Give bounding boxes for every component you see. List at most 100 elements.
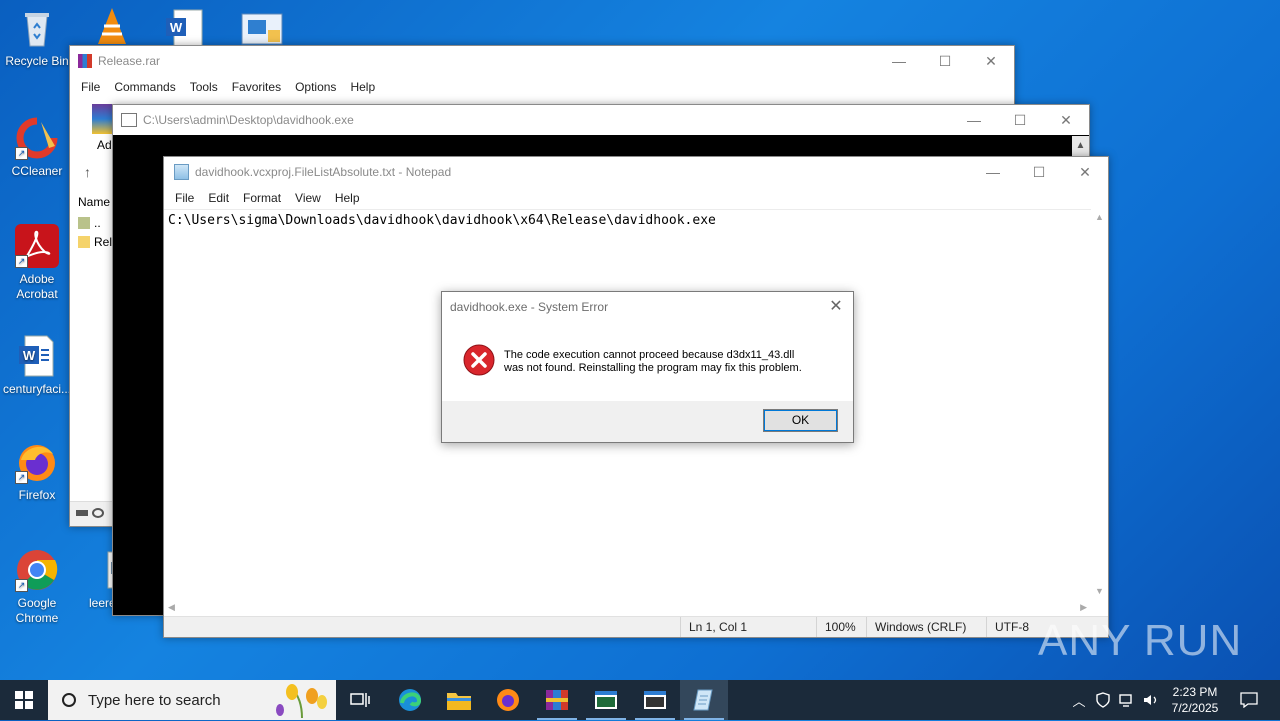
tray-defender-icon[interactable] <box>1092 680 1114 720</box>
winrar-menubar: File Commands Tools Favorites Options He… <box>70 76 1014 98</box>
taskbar-console-2[interactable] <box>631 680 679 720</box>
tray-network-icon[interactable] <box>1116 680 1138 720</box>
edge-icon <box>399 689 422 711</box>
menu-file[interactable]: File <box>168 191 201 205</box>
notepad-icon <box>693 689 713 711</box>
console-icon <box>121 113 137 127</box>
dialog-message-line: The code execution cannot proceed becaus… <box>504 349 795 361</box>
taskbar-search[interactable]: Type here to search <box>48 680 336 720</box>
windows-logo-icon <box>15 691 33 709</box>
watermark-text: ANY RUN <box>1038 616 1243 665</box>
tray-volume-icon[interactable] <box>1140 680 1162 720</box>
recycle-bin-icon <box>15 6 59 50</box>
notepad-content[interactable]: C:\Users\sigma\Downloads\davidhook\david… <box>164 210 1091 231</box>
menu-tools[interactable]: Tools <box>183 80 225 94</box>
winrar-titlebar[interactable]: Release.rar — ☐ ✕ <box>70 46 1014 76</box>
winrar-toolbar: Ad <box>70 100 114 160</box>
menu-format[interactable]: Format <box>236 191 288 205</box>
vlc-icon[interactable] <box>92 4 132 48</box>
maximize-button[interactable]: ☐ <box>997 105 1043 135</box>
up-folder-icon[interactable]: ↑ <box>84 164 91 180</box>
tray-chevron-icon[interactable]: ︿ <box>1068 680 1090 720</box>
scroll-up-arrow-icon[interactable]: ▲ <box>1091 209 1108 225</box>
file-row-parent[interactable]: .. <box>78 216 101 230</box>
dialog-message-line: was not found. Reinstalling the program … <box>504 362 802 374</box>
desktop-icon-label: CCleaner <box>11 164 63 178</box>
close-button[interactable]: ✕ <box>1043 105 1089 135</box>
ccleaner-icon: ↗ <box>15 116 59 160</box>
scroll-down-arrow-icon[interactable]: ▼ <box>1091 583 1108 599</box>
taskbar: Type here to search ︿ 2:23 PM 7/2/2025 <box>0 680 1280 720</box>
column-header-name[interactable]: Name <box>78 195 110 209</box>
notifications-icon <box>1240 692 1258 708</box>
menu-file[interactable]: File <box>74 80 107 94</box>
menu-help[interactable]: Help <box>328 191 367 205</box>
desktop-icon-firefox[interactable]: ↗ Firefox <box>0 440 74 503</box>
scroll-left-arrow-icon[interactable]: ◀ <box>168 602 175 613</box>
firefox-icon: ↗ <box>15 440 59 484</box>
taskbar-winrar[interactable] <box>533 680 581 720</box>
console-titlebar[interactable]: C:\Users\admin\Desktop\davidhook.exe — ☐… <box>113 105 1089 135</box>
word-app-icon[interactable]: W <box>164 8 206 48</box>
notepad-titlebar[interactable]: davidhook.vcxproj.FileListAbsolute.txt -… <box>164 157 1108 187</box>
desktop-icon-label: Firefox <box>18 488 56 502</box>
clock[interactable]: 2:23 PM 7/2/2025 <box>1166 680 1224 720</box>
maximize-button[interactable]: ☐ <box>1016 157 1062 187</box>
menu-view[interactable]: View <box>288 191 328 205</box>
ok-button[interactable]: OK <box>763 409 838 432</box>
minimize-button[interactable]: — <box>970 157 1016 187</box>
menu-help[interactable]: Help <box>343 80 382 94</box>
close-button[interactable]: ✕ <box>1062 157 1108 187</box>
vertical-scrollbar[interactable]: ▲ ▼ <box>1091 209 1108 599</box>
shortcut-arrow-icon: ↗ <box>15 579 28 592</box>
menu-edit[interactable]: Edit <box>201 191 236 205</box>
winrar-icon <box>78 54 92 68</box>
desktop-icon-word-doc[interactable]: W centuryfaci... <box>0 334 74 397</box>
add-archive-icon[interactable] <box>92 104 112 134</box>
dialog-footer: OK <box>442 401 853 442</box>
desktop-icon-label: Adobe Acrobat <box>16 272 58 301</box>
desktop-icon-ccleaner[interactable]: ↗ CCleaner <box>0 116 74 179</box>
desktop-icon-recycle-bin[interactable]: Recycle Bin <box>0 6 74 69</box>
clock-time: 2:23 PM <box>1172 685 1218 699</box>
menu-options[interactable]: Options <box>288 80 343 94</box>
minimize-button[interactable]: — <box>951 105 997 135</box>
shortcut-arrow-icon: ↗ <box>15 255 28 268</box>
taskbar-notepad[interactable] <box>680 680 728 720</box>
status-position: Ln 1, Col 1 <box>680 617 809 637</box>
taskbar-file-explorer[interactable] <box>435 680 483 720</box>
minimize-button[interactable]: — <box>876 46 922 76</box>
search-placeholder[interactable]: Type here to search <box>88 692 221 709</box>
status-line-ending: Windows (CRLF) <box>866 617 985 637</box>
start-button[interactable] <box>0 680 48 720</box>
winrar-title: Release.rar <box>98 54 161 68</box>
menu-commands[interactable]: Commands <box>107 80 182 94</box>
drive-icon <box>76 510 88 516</box>
desktop-icon-adobe-acrobat[interactable]: ↗ Adobe Acrobat <box>0 224 74 302</box>
task-view-button[interactable] <box>336 680 384 720</box>
shortcut-arrow-icon: ↗ <box>15 147 28 160</box>
maximize-button[interactable]: ☐ <box>922 46 968 76</box>
dialog-close-button[interactable]: ✕ <box>825 296 847 318</box>
notifications-button[interactable] <box>1234 680 1264 720</box>
taskbar-firefox[interactable] <box>484 680 532 720</box>
desktop-icon-label: Google Chrome <box>15 596 59 625</box>
desktop-icon-label: centuryfaci... <box>2 382 72 396</box>
adobe-acrobat-icon: ↗ <box>15 224 59 268</box>
desktop-icon-google-chrome[interactable]: ↗ Google Chrome <box>0 548 74 626</box>
add-button-label[interactable]: Ad <box>97 138 112 152</box>
svg-text:W: W <box>23 348 36 363</box>
taskbar-console-1[interactable] <box>582 680 630 720</box>
taskbar-edge[interactable] <box>386 680 434 720</box>
svg-text:W: W <box>170 20 183 35</box>
control-panel-icon[interactable] <box>240 12 284 48</box>
menu-favorites[interactable]: Favorites <box>225 80 288 94</box>
console-scrollbar[interactable]: ▲ <box>1072 136 1089 156</box>
system-error-dialog[interactable]: davidhook.exe - System Error ✕ The code … <box>441 291 854 443</box>
horizontal-scrollbar[interactable]: ◀ ▶ <box>164 599 1091 617</box>
search-icon <box>62 693 76 707</box>
desktop-icon-label: Recycle Bin <box>5 54 69 68</box>
close-button[interactable]: ✕ <box>968 46 1014 76</box>
dialog-message: The code execution cannot proceed becaus… <box>504 349 839 375</box>
folder-icon <box>447 693 471 710</box>
